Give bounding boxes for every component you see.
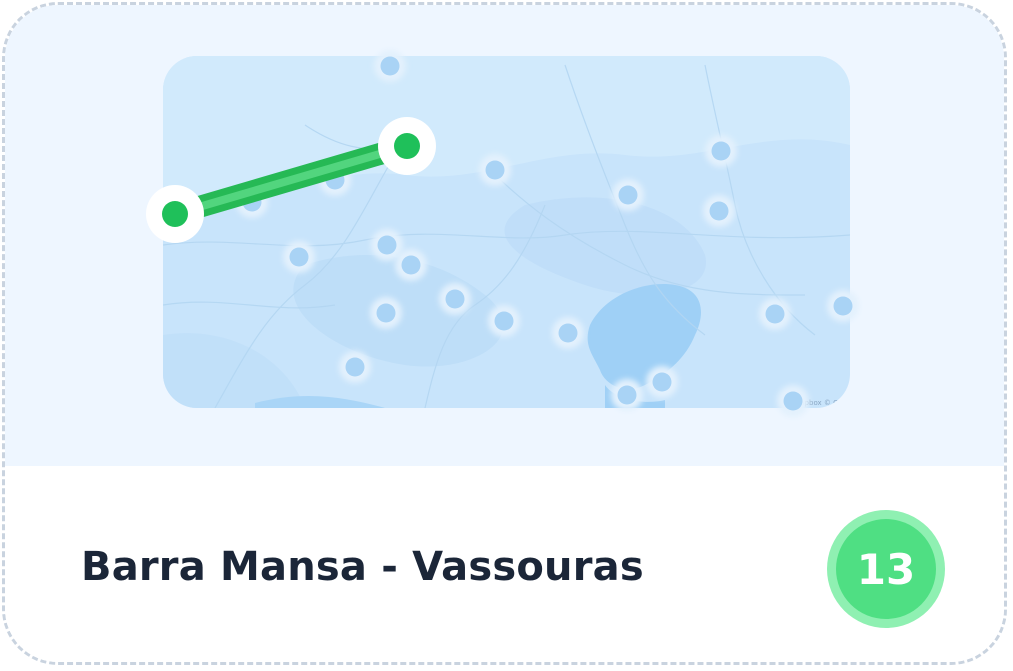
route-map: © Mapbox © OpenStreetMap	[146, 50, 859, 417]
map-tile: © Mapbox © OpenStreetMap	[163, 56, 850, 408]
stop-marker[interactable]	[552, 317, 584, 349]
stop-count-badge: 13	[827, 510, 945, 628]
stop-marker[interactable]	[374, 50, 406, 82]
stop-marker[interactable]	[611, 379, 643, 411]
stop-marker[interactable]	[705, 135, 737, 167]
map-area: © Mapbox © OpenStreetMap	[5, 5, 1004, 466]
route-end-marker[interactable]	[378, 117, 436, 175]
stop-marker[interactable]	[479, 154, 511, 186]
stop-marker[interactable]	[283, 241, 315, 273]
stop-marker[interactable]	[395, 249, 427, 281]
stop-marker[interactable]	[612, 179, 644, 211]
card-footer: Barra Mansa - Vassouras 13	[5, 466, 1004, 662]
route-card[interactable]: © Mapbox © OpenStreetMap Barra Mansa - V…	[2, 2, 1007, 665]
stop-marker[interactable]	[777, 385, 809, 417]
stop-count: 13	[836, 519, 936, 619]
stop-marker[interactable]	[439, 283, 471, 315]
stop-marker[interactable]	[646, 366, 678, 398]
stop-marker[interactable]	[488, 305, 520, 337]
stop-marker[interactable]	[703, 195, 735, 227]
stop-marker[interactable]	[827, 290, 859, 322]
route-title: Barra Mansa - Vassouras	[81, 544, 644, 590]
stop-marker[interactable]	[370, 297, 402, 329]
stop-marker[interactable]	[339, 351, 371, 383]
stop-marker[interactable]	[759, 298, 791, 330]
route-start-marker[interactable]	[146, 185, 204, 243]
